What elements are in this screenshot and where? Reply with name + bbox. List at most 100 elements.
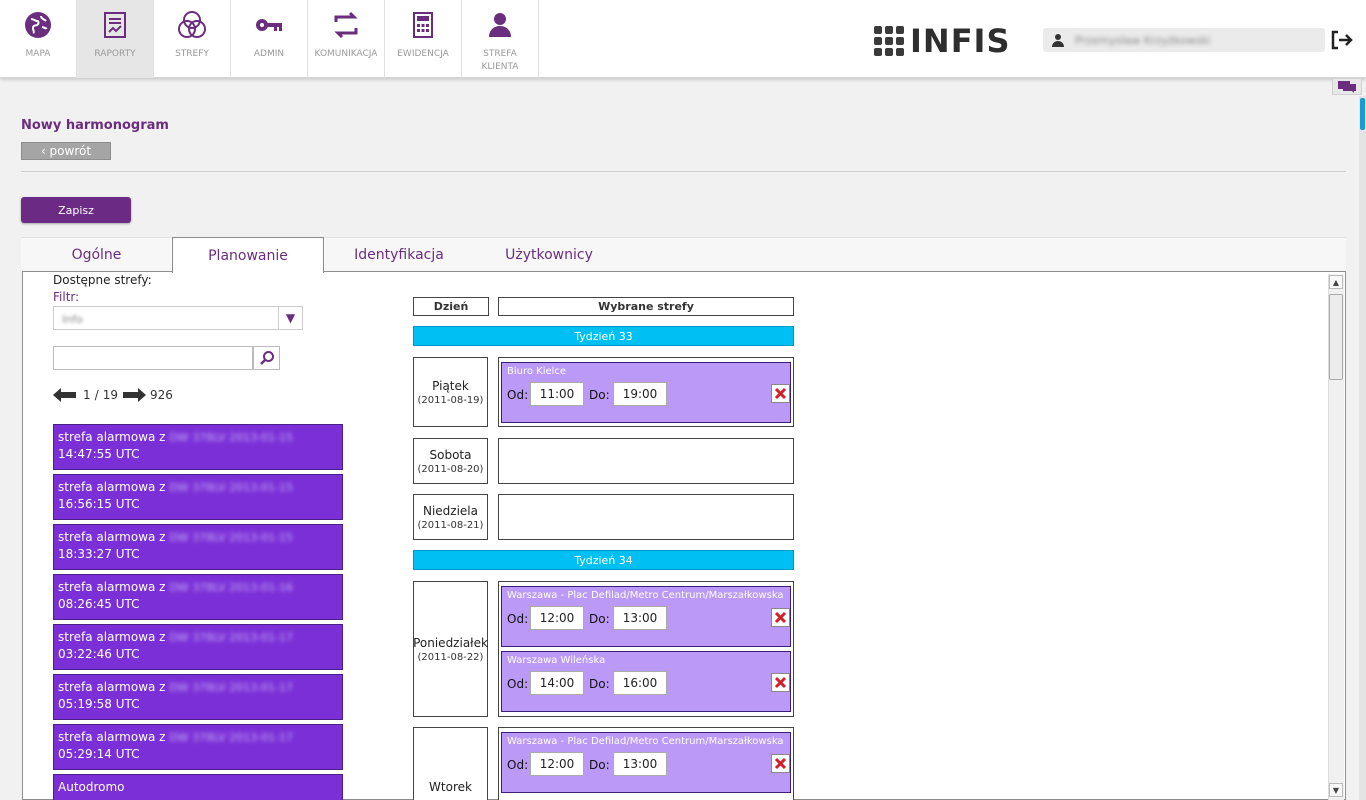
nav-item-raporty[interactable]: RAPORTY xyxy=(77,0,154,78)
key-icon xyxy=(256,19,282,31)
tab-identyfikacja[interactable]: Identyfikacja xyxy=(324,237,474,272)
delete-entry-button[interactable] xyxy=(771,673,790,692)
zone-item[interactable]: strefa alarmowa z DW 378LV 2013-01-16 08:… xyxy=(53,574,343,620)
header-day: Dzień xyxy=(413,297,489,316)
zone-item-detail: DW 378LV 2013-01-17 xyxy=(169,681,294,694)
divider xyxy=(21,171,1346,172)
zone-item-label: strefa alarmowa z xyxy=(58,530,166,544)
next-page-icon[interactable] xyxy=(122,388,146,402)
to-label: Do: xyxy=(589,677,610,691)
day-slot[interactable]: Warszawa - Plac Defilad/Metro Centrum/Ma… xyxy=(498,727,794,800)
zone-item[interactable]: strefa alarmowa z DW 378LV 2013-01-15 14:… xyxy=(53,424,343,470)
zone-list: strefa alarmowa z DW 378LV 2013-01-15 14:… xyxy=(53,424,343,800)
chat-icon xyxy=(1338,80,1356,93)
zone-item[interactable]: strefa alarmowa z DW 378LV 2013-01-17 03:… xyxy=(53,624,343,670)
zone-item[interactable]: strefa alarmowa z DW 378LV 2013-01-15 16:… xyxy=(53,474,343,520)
day-name: Poniedziałek xyxy=(413,635,488,650)
zone-item-detail: DW 378LV 2013-01-15 xyxy=(169,481,294,494)
scroll-down-button[interactable]: ▼ xyxy=(1329,783,1343,797)
zone-item-detail: DW 378LV 2013-01-17 xyxy=(169,631,294,644)
entry-zone-name: Biuro Kielce xyxy=(507,366,567,377)
schedule-entry[interactable]: Warszawa - Plac Defilad/Metro Centrum/Ma… xyxy=(501,586,791,647)
zone-item-time: 08:26:45 UTC xyxy=(58,597,140,611)
schedule-entry[interactable]: Biuro Kielce Od: 11:00 Do: 19:00 xyxy=(501,362,791,423)
schedule-entry[interactable]: Warszawa - Plac Defilad/Metro Centrum/Ma… xyxy=(501,732,791,793)
close-icon xyxy=(774,757,787,770)
to-time-input[interactable]: 13:00 xyxy=(613,752,667,776)
zone-item-time: 18:33:27 UTC xyxy=(58,547,140,561)
zone-item-detail: DW 378LV 2013-01-16 xyxy=(169,581,294,594)
nav-label: KOMUNIKACJA xyxy=(314,49,378,59)
entry-zone-name: Warszawa - Plac Defilad/Metro Centrum/Ma… xyxy=(507,590,784,601)
nav-item-komunikacja[interactable]: KOMUNIKACJA xyxy=(308,0,385,78)
zone-item-label: Autodromo xyxy=(58,780,125,794)
user-name: Przemysław Krzyżkowski xyxy=(1075,33,1211,47)
close-icon xyxy=(774,611,787,624)
search-input[interactable] xyxy=(53,346,253,370)
brand-logo: INFIS xyxy=(874,22,1011,60)
filter-value: Info xyxy=(62,313,83,326)
user-box[interactable]: Przemysław Krzyżkowski xyxy=(1043,28,1325,52)
filter-select[interactable]: Info ▼ xyxy=(53,306,303,330)
page-scrollbar[interactable] xyxy=(1359,96,1366,800)
panel-scrollbar-thumb[interactable] xyxy=(1329,294,1343,380)
chat-button[interactable] xyxy=(1332,78,1362,95)
from-time-input[interactable]: 12:00 xyxy=(530,752,584,776)
zone-item[interactable]: strefa alarmowa z DW 378LV 2013-01-15 18:… xyxy=(53,524,343,570)
tab-uzytkownicy[interactable]: Użytkownicy xyxy=(474,237,624,272)
page-title: Nowy harmonogram xyxy=(21,118,169,133)
nav-label: STREFY xyxy=(175,49,209,59)
from-time-input[interactable]: 11:00 xyxy=(530,382,584,406)
zone-item[interactable]: Autodromo xyxy=(53,774,343,800)
prev-page-icon[interactable] xyxy=(53,388,77,402)
scroll-up-button[interactable]: ▲ xyxy=(1329,275,1343,289)
zone-item-label: strefa alarmowa z xyxy=(58,580,166,594)
brand-name: INFIS xyxy=(910,22,1011,60)
to-time-input[interactable]: 16:00 xyxy=(613,671,667,695)
nav-item-strefy[interactable]: STREFY xyxy=(154,0,231,78)
day-date: (2011-08-19) xyxy=(417,394,484,406)
delete-entry-button[interactable] xyxy=(771,754,790,773)
day-slot[interactable] xyxy=(498,494,794,540)
day-date: (2011-08-21) xyxy=(417,519,484,531)
to-time-input[interactable]: 13:00 xyxy=(613,606,667,630)
zones-icon xyxy=(178,11,206,38)
day-date: (2011-08-22) xyxy=(417,651,484,663)
day-slot[interactable] xyxy=(498,438,794,484)
save-button[interactable]: Zapisz xyxy=(21,197,131,223)
day-slot[interactable]: Biuro Kielce Od: 11:00 Do: 19:00 xyxy=(498,357,794,427)
day-name: Piątek xyxy=(432,378,469,393)
report-icon xyxy=(104,12,126,38)
nav-item-mapa[interactable]: MAPA xyxy=(0,0,77,78)
nav-label: EWIDENCJA xyxy=(397,49,449,59)
schedule-entry[interactable]: Warszawa Wileńska Od: 14:00 Do: 16:00 xyxy=(501,651,791,712)
zone-item[interactable]: strefa alarmowa z DW 378LV 2013-01-17 05:… xyxy=(53,724,343,770)
back-button[interactable]: ‹ powrót xyxy=(21,142,111,160)
nav-item-admin[interactable]: ADMIN xyxy=(231,0,308,78)
nav-label: MAPA xyxy=(25,49,51,59)
tab-planowanie[interactable]: Planowanie xyxy=(172,237,324,273)
nav-label: STREFA KLIENTA xyxy=(481,49,519,72)
nav-label: ADMIN xyxy=(253,49,285,59)
tab-ogolne[interactable]: Ogólne xyxy=(21,237,172,272)
delete-entry-button[interactable] xyxy=(771,384,790,403)
zone-item-time: 16:56:15 UTC xyxy=(58,497,140,511)
zone-item[interactable]: strefa alarmowa z DW 378LV 2013-01-17 05:… xyxy=(53,674,343,720)
nav-item-strefa-klienta[interactable]: STREFA KLIENTA xyxy=(462,0,539,78)
main-nav: MAPA RAPORTY STREFY ADMIN KOMUNIKACJA EW… xyxy=(0,0,539,78)
nav-item-ewidencja[interactable]: EWIDENCJA xyxy=(385,0,462,78)
entry-zone-name: Warszawa - Plac Defilad/Metro Centrum/Ma… xyxy=(507,736,784,747)
dropdown-arrow-icon[interactable]: ▼ xyxy=(278,307,302,329)
to-time-input[interactable]: 19:00 xyxy=(613,382,667,406)
delete-entry-button[interactable] xyxy=(771,608,790,627)
logout-button[interactable] xyxy=(1330,30,1354,50)
page-scrollbar-thumb[interactable] xyxy=(1360,98,1365,130)
from-time-input[interactable]: 14:00 xyxy=(530,671,584,695)
zone-item-label: strefa alarmowa z xyxy=(58,730,166,744)
zone-item-time: 03:22:46 UTC xyxy=(58,647,140,661)
pager-sep: / xyxy=(94,388,99,402)
header-selected-zones: Wybrane strefy xyxy=(498,297,794,316)
day-slot[interactable]: Warszawa - Plac Defilad/Metro Centrum/Ma… xyxy=(498,581,794,717)
search-button[interactable] xyxy=(253,346,280,370)
from-time-input[interactable]: 12:00 xyxy=(530,606,584,630)
